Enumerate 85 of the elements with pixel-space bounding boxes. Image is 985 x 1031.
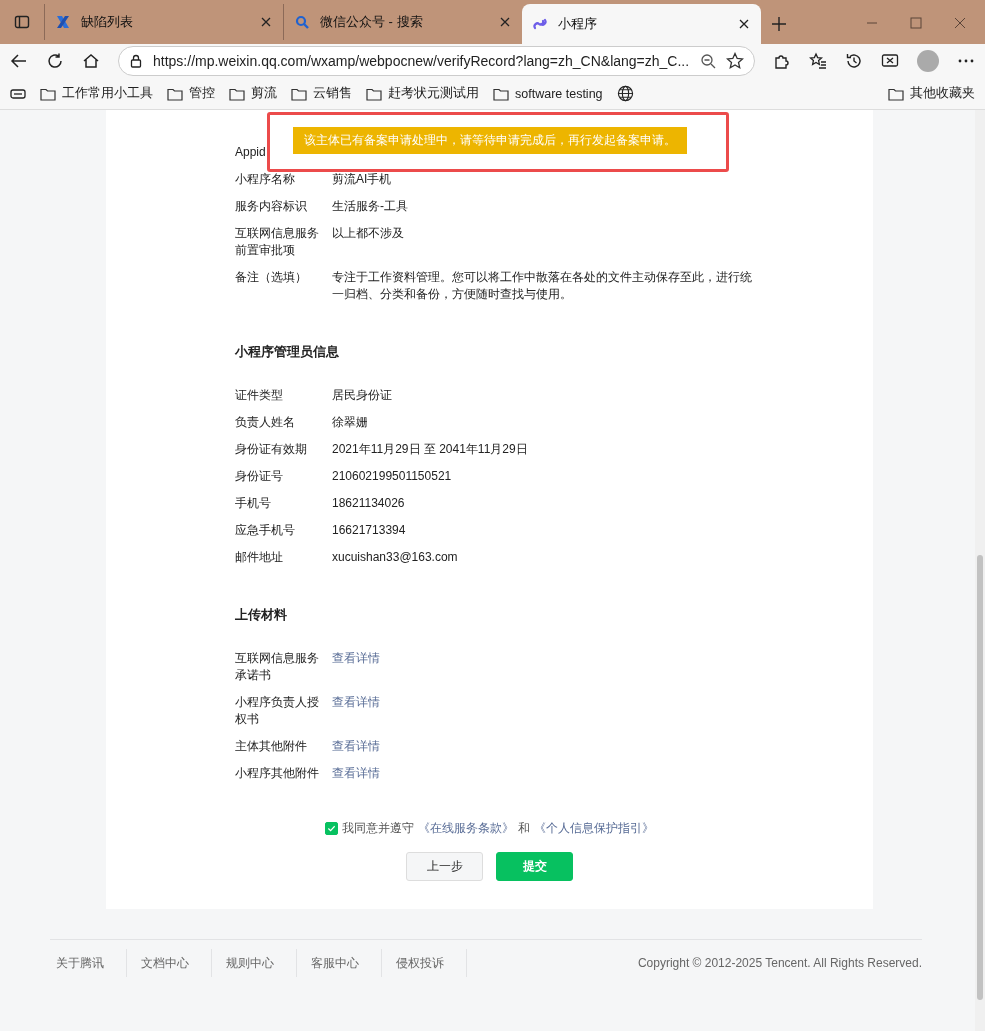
view-details-link[interactable]: 查看详情 <box>332 738 752 755</box>
back-icon[interactable] <box>10 52 28 70</box>
bookmark-link[interactable]: 赶考状元测试用 <box>388 85 479 102</box>
field-label: 小程序名称 <box>235 171 296 188</box>
field-value: xucuishan33@163.com <box>332 549 459 566</box>
folder-icon <box>291 86 307 101</box>
section-title: 上传材料 <box>235 606 288 624</box>
field-value: 16621713394 <box>332 522 407 539</box>
privacy-link[interactable]: 《个人信息保护指引》 <box>534 820 654 837</box>
scrollbar[interactable] <box>975 110 985 1031</box>
field-label: 邮件地址 <box>235 549 284 566</box>
footer-link[interactable]: 客服中心 <box>311 954 359 972</box>
view-details-link[interactable]: 查看详情 <box>332 694 752 728</box>
x-logo-icon <box>55 14 71 30</box>
copyright-text: Copyright © 2012-2025 Tencent. All Rights Reserved. <box>637 956 922 970</box>
close-icon[interactable] <box>498 15 512 29</box>
zoom-out-icon[interactable] <box>700 53 716 69</box>
favorites-icon[interactable] <box>809 52 827 70</box>
field-value: 18621134026 <box>332 495 406 512</box>
field-value: 专注于工作资料管理。您可以将工作中散落在各处的文件主动保存至此，进行统一归档、分类和备份，方便随时查找与使用。 <box>332 269 752 303</box>
refresh-icon[interactable] <box>46 52 64 70</box>
terms-link[interactable]: 《在线服务条款》 <box>418 820 514 837</box>
footer-link[interactable]: 文档中心 <box>141 954 189 972</box>
field-label: 小程序负责人授权书 <box>235 694 320 728</box>
field-label: 手机号 <box>235 495 272 512</box>
browser-tab[interactable]: 缺陷列表 <box>44 4 283 40</box>
home-icon[interactable] <box>82 52 100 70</box>
agreement-text: 我同意并遵守 <box>342 820 414 837</box>
field-label: 服务内容标识 <box>235 198 308 215</box>
view-details-link[interactable]: 查看详情 <box>332 765 752 782</box>
bookmark-link[interactable]: 管控 <box>189 85 215 102</box>
folder-icon <box>493 86 509 101</box>
field-label: 互联网信息服务前置审批项 <box>235 225 320 259</box>
bookmark-link[interactable]: 云销售 <box>313 85 352 102</box>
bookmark-link[interactable]: software testing <box>515 86 603 101</box>
back-button[interactable]: 上一步 <box>406 852 483 881</box>
bookmark-link[interactable]: 其他收藏夹 <box>910 85 975 102</box>
close-icon[interactable] <box>259 15 273 29</box>
collections-icon[interactable] <box>10 86 26 101</box>
footer-link[interactable]: 规则中心 <box>226 954 274 972</box>
tab-actions-icon[interactable] <box>14 14 30 30</box>
error-toast: 该主体已有备案申请处理中，请等待申请完成后，再行发起备案申请。 <box>293 127 687 154</box>
field-value: 2021年11月29日 至 2041年11月29日 <box>332 441 529 458</box>
bookmark-link[interactable]: 工作常用小工具 <box>62 85 153 102</box>
folder-icon <box>888 86 904 101</box>
field-label: 负责人姓名 <box>235 414 296 431</box>
link-icon <box>532 16 548 32</box>
star-icon[interactable] <box>726 52 744 70</box>
field-value: 徐翠姗 <box>332 414 369 431</box>
field-value: 以上都不涉及 <box>332 225 405 242</box>
field-label: 小程序其他附件 <box>235 765 320 782</box>
footer-link[interactable]: 关于腾讯 <box>56 954 104 972</box>
folder-icon <box>229 86 245 101</box>
agree-checkbox[interactable] <box>325 822 338 835</box>
browser-tab[interactable]: 小程序 <box>522 4 761 44</box>
screenshot-icon[interactable] <box>881 52 899 70</box>
history-icon[interactable] <box>845 52 863 70</box>
field-label: 应急手机号 <box>235 522 296 539</box>
field-value: 210602199501150521 <box>332 468 453 485</box>
field-value: 居民身份证 <box>332 387 393 404</box>
globe-icon[interactable] <box>616 85 634 102</box>
section-title: 小程序管理员信息 <box>235 343 340 361</box>
folder-icon <box>167 86 183 101</box>
agreement-text: 和 <box>518 820 530 837</box>
bookmark-link[interactable]: 剪流 <box>251 85 277 102</box>
field-label: 互联网信息服务承诺书 <box>235 650 320 684</box>
lock-icon <box>129 54 143 68</box>
field-label: 身份证号 <box>235 468 284 485</box>
plus-icon[interactable] <box>771 16 787 32</box>
field-label: Appid <box>235 144 267 161</box>
address-bar[interactable]: https://mp.weixin.qq.com/wxamp/webpocnew/verifyRecord?lang=zh_CN&lang=zh_C... <box>118 46 755 76</box>
close-icon[interactable] <box>737 17 751 31</box>
search-icon <box>294 14 310 30</box>
field-label: 证件类型 <box>235 387 284 404</box>
field-value: 剪流AI手机 <box>332 171 393 188</box>
folder-icon <box>366 86 382 101</box>
field-label: 备注（选填） <box>235 269 308 286</box>
field-label: 主体其他附件 <box>235 738 308 755</box>
footer-link[interactable]: 侵权投诉 <box>396 954 444 972</box>
field-label: 身份证有效期 <box>235 441 308 458</box>
puzzle-icon[interactable] <box>773 52 791 70</box>
field-value: 生活服务-工具 <box>332 198 409 215</box>
view-details-link[interactable]: 查看详情 <box>332 650 752 684</box>
folder-icon <box>40 86 56 101</box>
check-icon <box>327 824 336 833</box>
